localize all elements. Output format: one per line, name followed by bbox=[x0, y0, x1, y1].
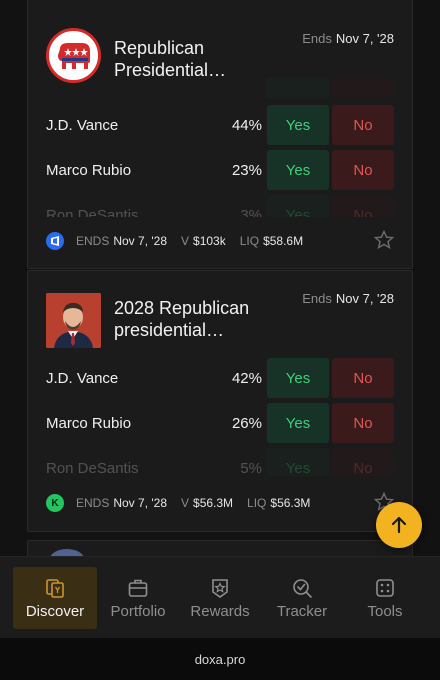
tab-label: Portfolio bbox=[110, 603, 166, 620]
market-card[interactable] bbox=[27, 540, 413, 556]
ends-date-top: Ends Nov 7, '28 bbox=[302, 31, 394, 46]
outcome-name: Ron DeSantis bbox=[46, 460, 139, 476]
ends-date-top: Ends Nov 7, '28 bbox=[302, 291, 394, 306]
volume-label: V bbox=[181, 234, 190, 248]
kalshi-icon: K bbox=[46, 494, 64, 512]
liquidity-value: $58.6M bbox=[263, 234, 304, 248]
market-card[interactable]: 2028 Republican presidential… Ends Nov 7,… bbox=[27, 270, 413, 532]
liquidity-label: LIQ bbox=[239, 234, 260, 248]
outcome-name: J.D. Vance bbox=[46, 117, 119, 134]
dice-icon bbox=[376, 579, 394, 597]
outcome-row-partial bbox=[46, 78, 394, 98]
polymarket-icon bbox=[46, 232, 64, 250]
bottom-tab-bar: Discover Portfolio Rewards Tracker Tools bbox=[0, 556, 440, 638]
no-button[interactable]: No bbox=[332, 105, 394, 145]
outcome-percent: 5% bbox=[240, 460, 262, 476]
market-footer: K ENDS Nov 7, '28 V $56.3M LIQ $56.3M bbox=[46, 492, 394, 513]
arrow-up-icon bbox=[391, 516, 407, 534]
no-button bbox=[332, 78, 394, 98]
market-logo bbox=[50, 549, 84, 556]
tab-label: Tools bbox=[367, 603, 403, 620]
yes-button bbox=[267, 78, 329, 98]
outcome-percent: 44% bbox=[231, 117, 262, 134]
yes-button[interactable]: Yes bbox=[267, 195, 329, 217]
liquidity-label: LIQ bbox=[247, 496, 267, 510]
market-feed[interactable]: Republican Presidential… Ends Nov 7, '28 … bbox=[0, 0, 440, 556]
tab-label: Rewards bbox=[190, 603, 250, 620]
outcome-row: Marco Rubio 26% Yes No bbox=[46, 403, 394, 443]
outcome-name: J.D. Vance bbox=[46, 370, 119, 387]
ends-label: Ends bbox=[302, 291, 332, 306]
outcome-percent: 42% bbox=[231, 370, 262, 387]
market-footer: ENDS Nov 7, '28 V $103k LIQ $58.6M bbox=[46, 230, 394, 251]
tab-portfolio[interactable]: Portfolio bbox=[96, 567, 180, 629]
no-button[interactable]: No bbox=[332, 403, 394, 443]
footer-ends-label: ENDS bbox=[76, 496, 110, 510]
outcome-percent: 3% bbox=[240, 207, 262, 217]
tab-label: Tracker bbox=[276, 603, 328, 620]
yes-button[interactable]: Yes bbox=[267, 403, 329, 443]
star-icon[interactable] bbox=[374, 230, 394, 250]
no-button[interactable]: No bbox=[332, 448, 394, 476]
briefcase-icon bbox=[128, 579, 148, 597]
gop-elephant-icon bbox=[46, 28, 101, 83]
outcome-percent: 23% bbox=[231, 162, 262, 179]
footer-ends-date: Nov 7, '28 bbox=[113, 234, 167, 248]
outcome-name: Marco Rubio bbox=[46, 162, 132, 179]
market-title[interactable]: 2028 Republican presidential… bbox=[114, 297, 284, 341]
volume-label: V bbox=[181, 496, 190, 510]
market-card[interactable]: Republican Presidential… Ends Nov 7, '28 … bbox=[27, 0, 413, 269]
yes-button[interactable]: Yes bbox=[267, 150, 329, 190]
outcome-name: Ron DeSantis bbox=[46, 207, 139, 217]
outcome-row: Ron DeSantis 3% Yes No bbox=[46, 195, 394, 217]
url-text: doxa.pro bbox=[194, 651, 246, 667]
outcome-name: Marco Rubio bbox=[46, 415, 132, 432]
tab-rewards[interactable]: Rewards bbox=[178, 567, 262, 629]
magnifier-check-icon bbox=[293, 579, 312, 598]
browser-url-bar[interactable]: doxa.pro bbox=[0, 638, 440, 680]
yes-button[interactable]: Yes bbox=[267, 358, 329, 398]
jd-vance-photo bbox=[46, 293, 101, 348]
outcome-percent: 26% bbox=[231, 415, 262, 432]
no-button[interactable]: No bbox=[332, 358, 394, 398]
outcome-row: Ron DeSantis 5% Yes No bbox=[46, 448, 394, 476]
ends-label: Ends bbox=[302, 31, 332, 46]
footer-ends-date: Nov 7, '28 bbox=[113, 496, 167, 510]
no-button[interactable]: No bbox=[332, 195, 394, 217]
no-button[interactable]: No bbox=[332, 150, 394, 190]
outcome-row: Marco Rubio 23% Yes No bbox=[46, 150, 394, 190]
tab-tracker[interactable]: Tracker bbox=[260, 567, 344, 629]
tab-discover[interactable]: Discover bbox=[13, 567, 97, 629]
tab-label: Discover bbox=[25, 603, 85, 620]
outcome-row: J.D. Vance 42% Yes No bbox=[46, 358, 394, 398]
market-title[interactable]: Republican Presidential… bbox=[114, 37, 284, 81]
discover-cards-icon bbox=[46, 579, 64, 598]
ends-date: Nov 7, '28 bbox=[335, 291, 394, 306]
outcome-row: J.D. Vance 44% Yes No bbox=[46, 105, 394, 145]
liquidity-value: $56.3M bbox=[270, 496, 311, 510]
tab-tools[interactable]: Tools bbox=[343, 567, 427, 629]
footer-ends-label: ENDS bbox=[76, 234, 110, 248]
volume-value: $56.3M bbox=[193, 496, 234, 510]
yes-button[interactable]: Yes bbox=[267, 448, 329, 476]
volume-value: $103k bbox=[193, 234, 226, 248]
ends-date: Nov 7, '28 bbox=[335, 31, 394, 46]
scroll-to-top-button[interactable] bbox=[376, 502, 422, 548]
yes-button[interactable]: Yes bbox=[267, 105, 329, 145]
badge-star-icon bbox=[212, 579, 228, 598]
